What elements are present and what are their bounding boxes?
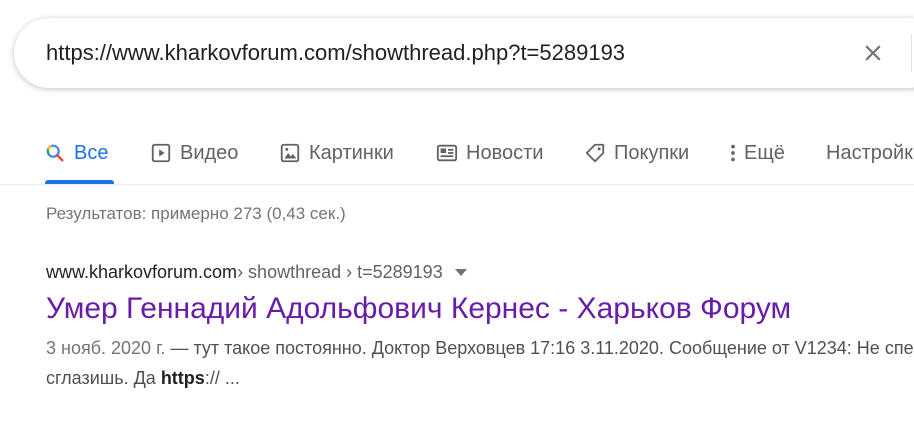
search-input[interactable]: [46, 36, 826, 70]
tab-video-label: Видео: [180, 141, 239, 164]
more-vert-icon: [728, 142, 738, 164]
snippet-text-after: :// ...: [204, 368, 240, 388]
play-icon: [150, 142, 172, 164]
tab-settings[interactable]: Настройки: [826, 138, 914, 168]
result-snippet: 3 нояб. 2020 г. — тут такое постоянно. Д…: [46, 333, 914, 393]
search-box-divider: [911, 34, 912, 72]
tab-shopping[interactable]: Покупки: [584, 138, 689, 168]
result-path: › showthread › t=5289193: [237, 262, 443, 282]
chevron-down-icon[interactable]: [454, 269, 467, 276]
tab-all-label: Все: [74, 141, 109, 164]
tab-all[interactable]: Все: [44, 138, 108, 168]
result-breadcrumb: www.kharkovforum.com › showthread › t=52…: [46, 262, 914, 283]
image-icon: [279, 142, 301, 164]
search-result: www.kharkovforum.com › showthread › t=52…: [46, 262, 914, 393]
search-results-page: Все Видео Картинки: [0, 0, 914, 434]
result-date: 3 нояб. 2020 г.: [46, 338, 166, 358]
tag-icon: [584, 142, 606, 164]
tab-news-label: Новости: [466, 141, 544, 164]
close-icon[interactable]: [860, 40, 886, 66]
tab-more[interactable]: Ещё: [728, 138, 785, 168]
tab-more-label: Ещё: [744, 141, 785, 164]
snippet-highlight: https: [160, 368, 205, 388]
tab-news[interactable]: Новости: [436, 138, 543, 168]
tab-images-label: Картинки: [309, 141, 394, 164]
search-tabs: Все Видео Картинки Новости Покупки Ещё Н…: [0, 124, 914, 186]
tab-images[interactable]: Картинки: [279, 138, 394, 168]
result-title-link[interactable]: Умер Геннадий Адольфович Кернес - Харько…: [46, 291, 914, 327]
search-box[interactable]: [14, 18, 914, 88]
result-domain: www.kharkovforum.com: [46, 262, 238, 282]
tab-settings-label: Настройки: [826, 141, 914, 164]
result-stats: Результатов: примерно 273 (0,43 сек.): [46, 204, 346, 223]
tab-shopping-label: Покупки: [614, 141, 690, 164]
search-icon: [44, 142, 66, 164]
tab-video[interactable]: Видео: [150, 138, 238, 168]
tabs-divider: [0, 184, 914, 185]
news-icon: [436, 142, 458, 164]
